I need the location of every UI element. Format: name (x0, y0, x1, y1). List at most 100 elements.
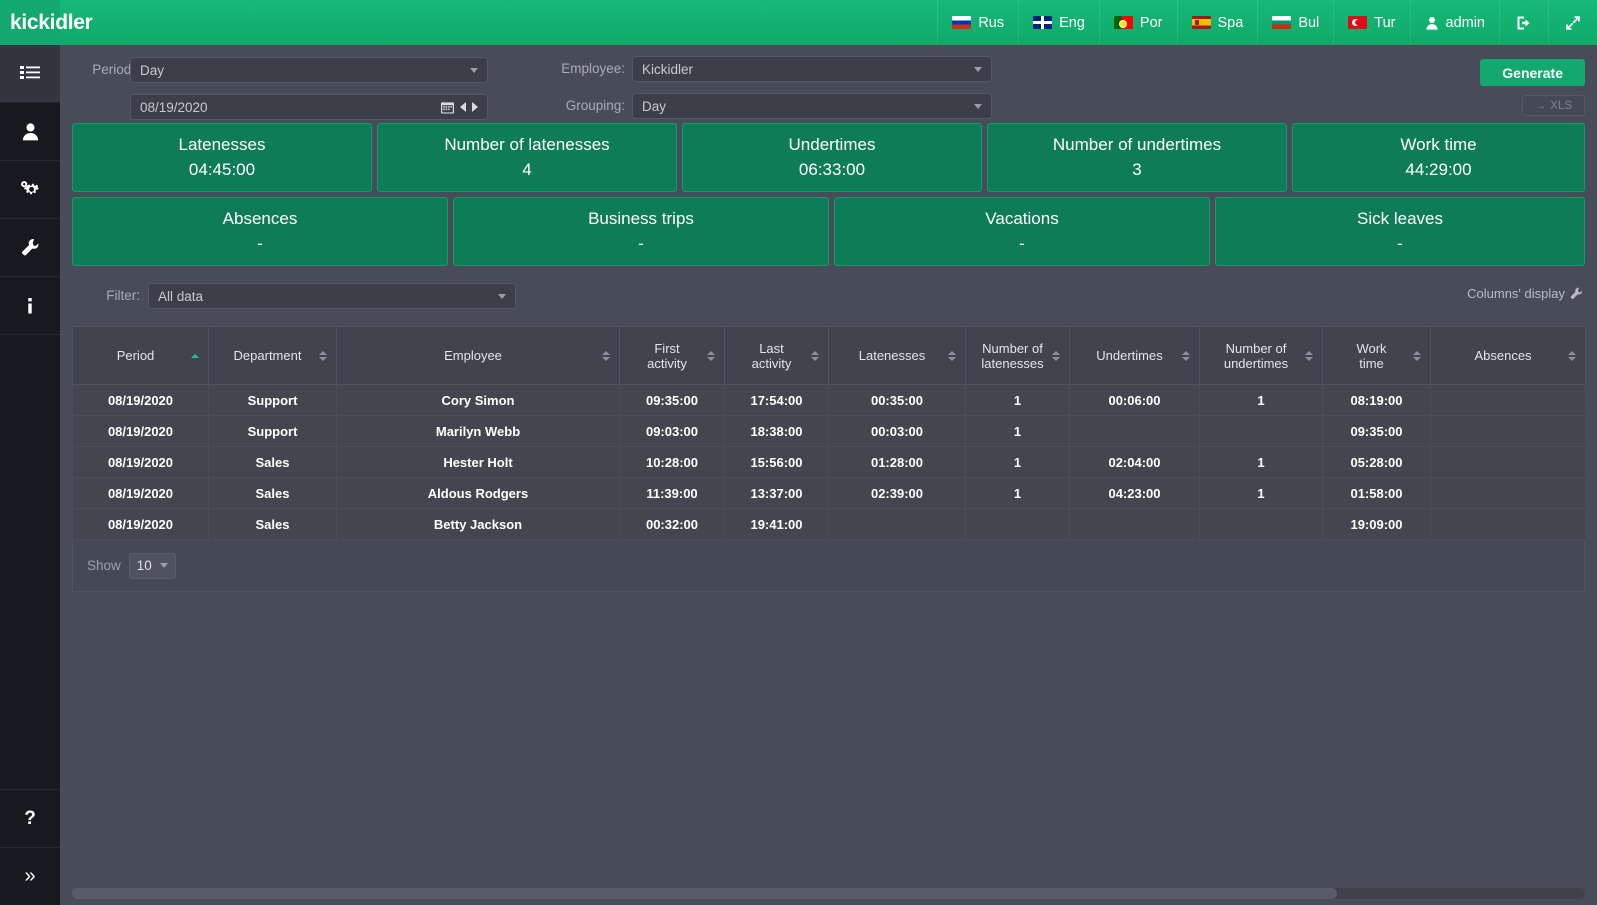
kpi-title: Number of undertimes (1052, 135, 1222, 154)
kpi-number-of-latenesses[interactable]: Number of latenesses 4 (377, 123, 677, 192)
table-header-number-of-latenesses[interactable]: Number of latenesses (965, 326, 1070, 385)
table-header-row: Period Department Employee First activity Las… (72, 326, 1586, 385)
kpi-latenesses[interactable]: Latenesses 04:45:00 (72, 123, 372, 192)
table-cell: 17:54:00 (724, 384, 829, 416)
columns-display-label: Columns' display (1467, 286, 1565, 301)
wrench-icon (21, 239, 38, 256)
lang-spa[interactable]: Spa (1176, 0, 1258, 45)
lang-eng[interactable]: Eng (1018, 0, 1099, 45)
sort-none-icon[interactable] (601, 350, 611, 361)
sort-none-icon[interactable] (318, 350, 328, 361)
sort-none-icon[interactable] (706, 350, 716, 361)
calendar-icon[interactable] (441, 101, 454, 114)
kpi-value: 4 (522, 160, 532, 179)
table-header-work-time[interactable]: Work time (1322, 326, 1431, 385)
sort-none-icon[interactable] (1412, 350, 1422, 361)
table-header-latenesses[interactable]: Latenesses (828, 326, 966, 385)
table-head: Period Department Employee First activity Las… (72, 326, 1586, 385)
lang-spa-label: Spa (1217, 14, 1244, 31)
kpi-absences[interactable]: Absences - (72, 197, 448, 266)
table-header-last-activity[interactable]: Last activity (724, 326, 829, 385)
app-logo[interactable]: kickidler (10, 0, 93, 45)
lang-tur[interactable]: Tur (1333, 0, 1409, 45)
kpi-work-time[interactable]: Work time 44:29:00 (1292, 123, 1585, 192)
sort-none-icon[interactable] (1567, 350, 1577, 361)
table-cell: 08/19/2020 (72, 384, 209, 416)
sidebar-item-tools[interactable] (0, 219, 60, 277)
prev-day-button[interactable] (460, 102, 466, 112)
sort-none-icon[interactable] (1051, 350, 1061, 361)
table-body: 08/19/2020 Support Cory Simon 09:35:00 17:54… (72, 384, 1586, 540)
kpi-undertimes[interactable]: Undertimes 06:33:00 (682, 123, 982, 192)
table-cell: 01:58:00 (1322, 477, 1431, 509)
table-header-first-activity[interactable]: First activity (619, 326, 725, 385)
period-select[interactable]: Day (130, 57, 488, 83)
sidebar-item-help[interactable]: ? (0, 789, 60, 847)
column-label: First activity (647, 340, 687, 371)
table-row[interactable]: 08/19/2020 Sales Betty Jackson 00:32:00 19:4… (72, 508, 1586, 540)
sidebar-item-employees[interactable] (0, 103, 60, 161)
kpi-business-trips[interactable]: Business trips - (453, 197, 829, 266)
page-size-select[interactable]: 10 (128, 552, 176, 579)
lang-por[interactable]: Por (1098, 0, 1177, 45)
table-cell (1199, 415, 1323, 447)
sidebar-item-info[interactable] (0, 277, 60, 335)
sort-asc-icon[interactable] (190, 353, 200, 358)
table-cell (1430, 477, 1586, 509)
table-cell: 19:41:00 (724, 508, 829, 540)
table-cell: 13:37:00 (724, 477, 829, 509)
table-header-number-of-undertimes[interactable]: Number of undertimes (1199, 326, 1323, 385)
columns-display-button[interactable]: Columns' display (1467, 286, 1583, 301)
lang-tur-label: Tur (1374, 14, 1396, 31)
table-cell: 01:28:00 (828, 446, 966, 478)
grouping-select[interactable]: Day (632, 93, 992, 119)
table-cell (1430, 384, 1586, 416)
table-cell (1069, 415, 1200, 447)
table-cell: Support (208, 384, 337, 416)
table-row[interactable]: 08/19/2020 Sales Hester Holt 10:28:00 15:56:… (72, 446, 1586, 478)
kpi-title: Number of latenesses (444, 135, 610, 154)
table-header-absences[interactable]: Absences (1430, 326, 1586, 385)
lang-rus[interactable]: Rus (937, 0, 1018, 45)
table-cell (1430, 415, 1586, 447)
table-header-employee[interactable]: Employee (336, 326, 620, 385)
filter-select[interactable]: All data (148, 283, 516, 309)
table-cell: Marilyn Webb (336, 415, 620, 447)
date-input[interactable]: 08/19/2020 (130, 94, 488, 120)
table-row[interactable]: 08/19/2020 Sales Aldous Rodgers 11:39:00 13:… (72, 477, 1586, 509)
horizontal-scrollbar[interactable] (72, 888, 1585, 899)
export-xls-button[interactable]: → XLS (1521, 95, 1585, 116)
table-row[interactable]: 08/19/2020 Support Marilyn Webb 09:03:00 18:… (72, 415, 1586, 447)
employee-select[interactable]: Kickidler (632, 56, 992, 82)
sidebar-item-reports[interactable] (0, 45, 60, 103)
sidebar-item-settings[interactable] (0, 161, 60, 219)
table-cell: 1 (965, 415, 1070, 447)
filter-label: Filter: (106, 288, 140, 303)
table-header-undertimes[interactable]: Undertimes (1069, 326, 1200, 385)
sort-none-icon[interactable] (810, 350, 820, 361)
table-header-department[interactable]: Department (208, 326, 337, 385)
generate-button[interactable]: Generate (1480, 59, 1585, 86)
report-table-wrapper: Period Department Employee First activity Las… (60, 326, 1597, 540)
table-header-period[interactable]: Period (72, 326, 209, 385)
kpi-number-of-undertimes[interactable]: Number of undertimes 3 (987, 123, 1287, 192)
sidebar-item-expand[interactable]: » (0, 847, 60, 905)
next-day-button[interactable] (472, 102, 478, 112)
kpi-vacations[interactable]: Vacations - (834, 197, 1210, 266)
sort-none-icon[interactable] (1181, 350, 1191, 361)
employee-value: Kickidler (642, 61, 694, 77)
user-menu[interactable]: admin (1409, 0, 1500, 45)
fullscreen-button[interactable] (1548, 0, 1597, 45)
table-row[interactable]: 08/19/2020 Support Cory Simon 09:35:00 17:54… (72, 384, 1586, 416)
logout-icon (1517, 16, 1530, 29)
scrollbar-thumb[interactable] (72, 888, 1337, 899)
kpi-sick-leaves[interactable]: Sick leaves - (1215, 197, 1585, 266)
column-label: Last activity (751, 340, 792, 371)
sort-none-icon[interactable] (1304, 350, 1314, 361)
column-label: Employee (444, 348, 502, 363)
sort-none-icon[interactable] (947, 350, 957, 361)
table-cell: 1 (965, 477, 1070, 509)
lang-bul[interactable]: Bul (1257, 0, 1333, 45)
filter-value: All data (158, 288, 204, 304)
logout-button[interactable] (1499, 0, 1548, 45)
